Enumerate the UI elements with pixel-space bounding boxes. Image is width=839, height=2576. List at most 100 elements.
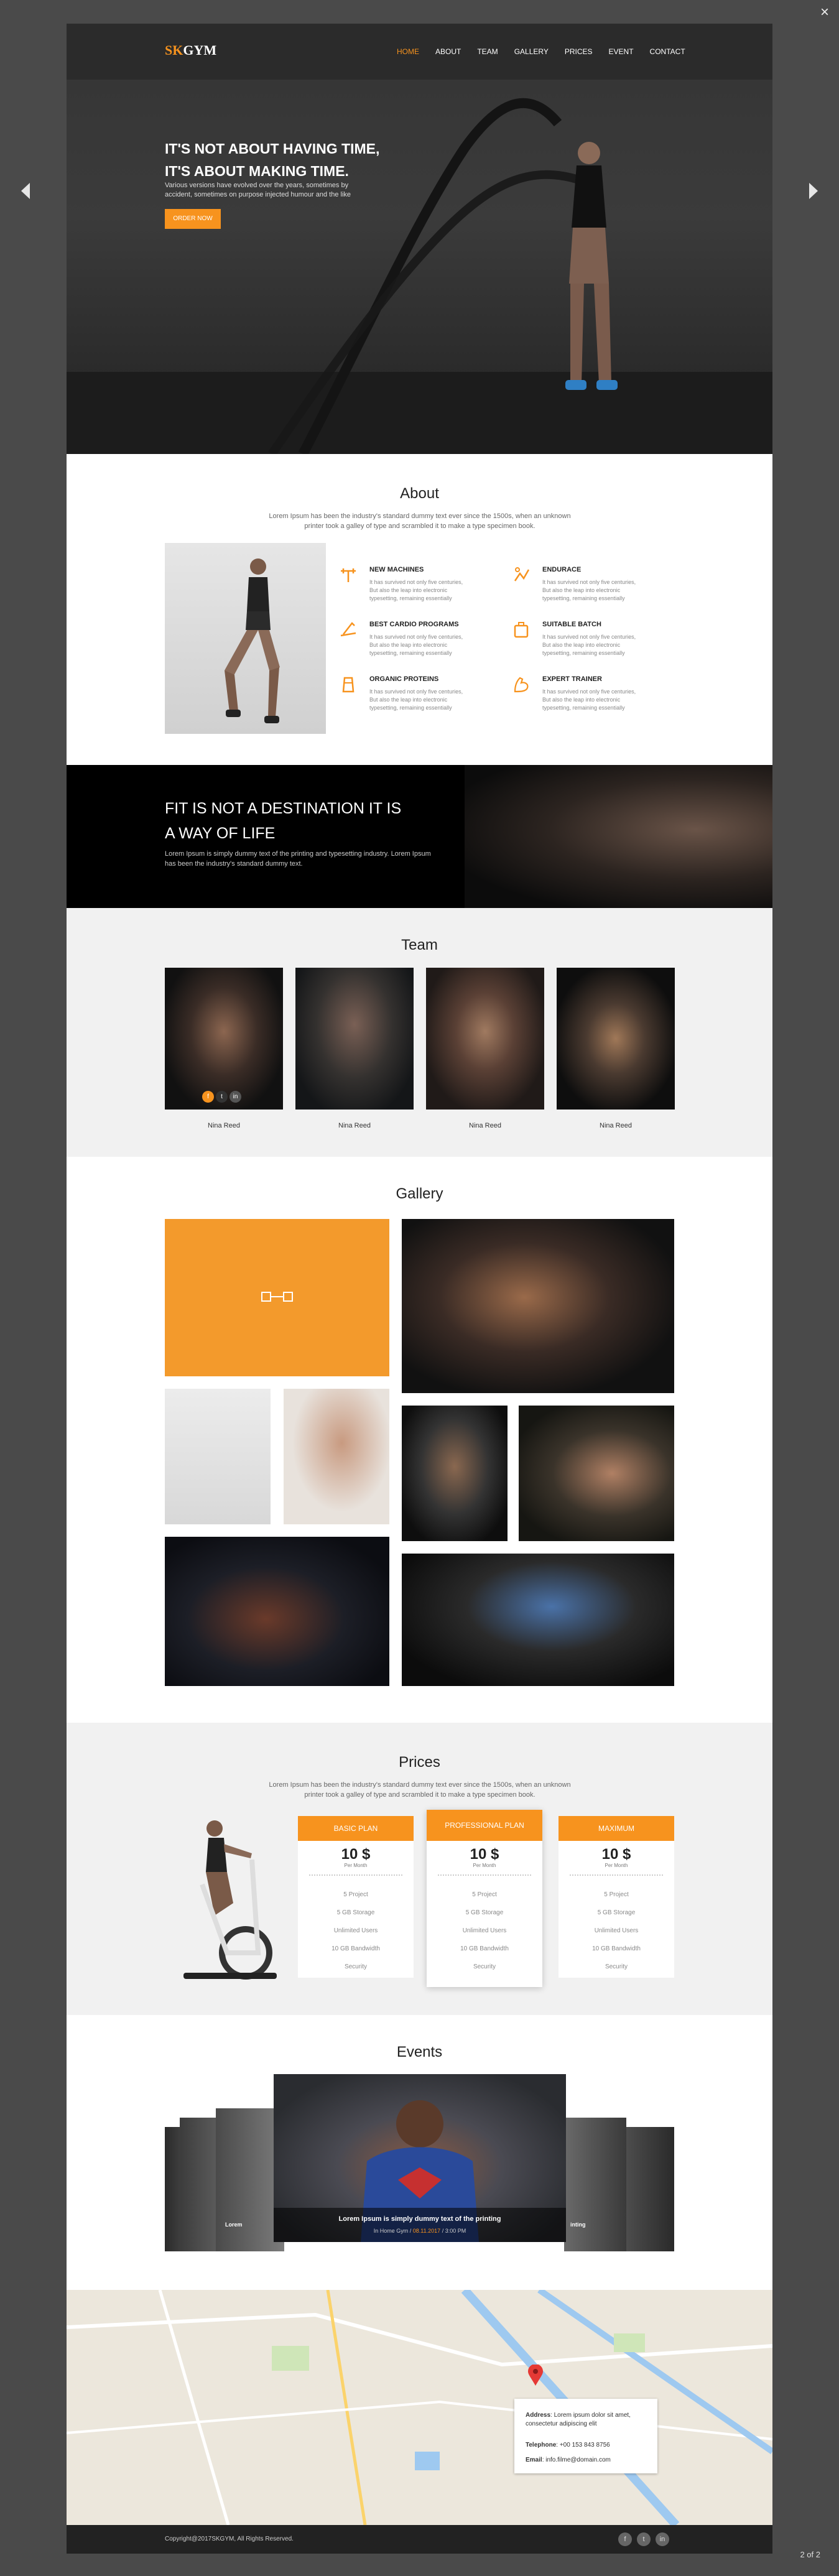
prices-description: Lorem Ipsum has been the industry's stan… (269, 1781, 571, 1799)
linkedin-icon[interactable]: in (656, 2532, 669, 2546)
event-caption: Lorem Ipsum is simply dummy text of the … (274, 2208, 566, 2242)
nav-prices[interactable]: PRICES (557, 47, 601, 56)
gym-bag-icon (514, 622, 529, 638)
gallery-image[interactable] (402, 1406, 508, 1541)
facebook-icon[interactable]: f (202, 1091, 214, 1103)
lightbox-close-button[interactable]: × (820, 5, 829, 20)
linkedin-icon[interactable]: in (229, 1091, 241, 1103)
feature-text: It has survived not only five centuries,… (542, 634, 636, 656)
plan-feature: 5 Project (604, 1891, 629, 1898)
order-now-button[interactable]: ORDER NOW (165, 209, 221, 229)
facebook-icon[interactable]: f (618, 2532, 632, 2546)
event-meta: In Home Gym / 08.11.2017 / 3:00 PM (373, 2228, 466, 2234)
plan-period: Per Month (605, 1863, 628, 1868)
plan-features: 5 Project 5 GB Storage Unlimited Users 1… (559, 1886, 674, 1976)
banner-athlete-image (465, 765, 772, 908)
feature-title: SUITABLE BATCH (542, 621, 601, 628)
gallery-image[interactable] (165, 1537, 389, 1686)
page-screenshot: SKGYM HOME ABOUT TEAM GALLERY PRICES EVE… (67, 24, 772, 2554)
next-arrow-icon[interactable] (807, 182, 820, 200)
nav-contact[interactable]: CONTACT (642, 47, 693, 56)
about-section: About Lorem Ipsum has been the industry'… (67, 454, 772, 765)
plan-features: 5 Project 5 GB Storage Unlimited Users 1… (427, 1886, 542, 1976)
team-member-card: f t in Nina Reed (165, 968, 283, 1129)
feature-text: It has survived not only five centuries,… (369, 579, 463, 601)
gallery-image-hover[interactable] (165, 1219, 389, 1376)
plan-feature: Unlimited Users (333, 1927, 378, 1934)
feature-title: NEW MACHINES (369, 566, 424, 573)
feature-text: It has survived not only five centuries,… (369, 634, 463, 656)
map-graphic (67, 2290, 772, 2525)
plan-name: PROFESSIONAL PLAN (427, 1810, 542, 1841)
plan-price: 10 $ (341, 1846, 371, 1863)
team-member-photo (165, 968, 283, 1110)
prices-section: Prices Lorem Ipsum has been the industry… (67, 1723, 772, 2015)
plan-name: MAXIMUM (559, 1816, 674, 1841)
plan-feature: 10 GB Bandwidth (592, 1945, 641, 1952)
plan-period: Per Month (344, 1863, 368, 1868)
plan-feature: Security (605, 1963, 628, 1970)
team-member-name: Nina Reed (600, 1122, 632, 1129)
feature-text: It has survived not only five centuries,… (542, 688, 636, 711)
muscle-arm-icon (514, 567, 530, 581)
contact-email: Email: info.filme@domain.com (526, 2457, 611, 2463)
team-member-photo (426, 968, 544, 1110)
protein-shaker-icon (342, 677, 355, 693)
gallery-image[interactable] (402, 1554, 674, 1686)
nav-home[interactable]: HOME (389, 47, 427, 56)
treadmill-icon (340, 622, 356, 637)
gallery-image[interactable] (284, 1389, 389, 1524)
plan-feature: Unlimited Users (462, 1927, 507, 1934)
twitter-icon[interactable]: t (637, 2532, 651, 2546)
motto-banner: FIT IS NOT A DESTINATION IT IS A WAY OF L… (67, 765, 772, 908)
previous-arrow-icon[interactable] (19, 182, 32, 200)
about-athlete-image (165, 543, 326, 734)
barbell-icon (341, 568, 356, 582)
event-title[interactable]: Lorem Ipsum is simply dummy text of the … (274, 2215, 566, 2223)
gallery-title: Gallery (396, 1185, 443, 1202)
events-title: Events (396, 2044, 443, 2060)
nav-event[interactable]: EVENT (601, 47, 642, 56)
site-logo[interactable]: SKGYM (165, 42, 216, 58)
feature-title: EXPERT TRAINER (542, 675, 602, 683)
contact-map[interactable]: Address: Lorem ipsum dolor sit amet, con… (67, 2290, 772, 2525)
nav-about[interactable]: ABOUT (427, 47, 469, 56)
twitter-icon[interactable]: t (216, 1091, 228, 1103)
hero-headline: IT'S NOT ABOUT HAVING TIME, IT'S ABOUT MA… (165, 141, 380, 179)
about-title: About (400, 485, 439, 502)
plan-feature: 5 GB Storage (465, 1909, 504, 1916)
nav-team[interactable]: TEAM (469, 47, 506, 56)
slide-counter: 2 of 2 (800, 2550, 820, 2559)
map-marker-icon[interactable] (528, 2365, 543, 2386)
plan-feature: 5 GB Storage (336, 1909, 375, 1916)
team-section: Team f t in Nina Reed Nina Reed Nina Ree… (67, 908, 772, 1157)
plan-feature: Security (473, 1963, 496, 1970)
plan-feature: 10 GB Bandwidth (460, 1945, 509, 1952)
event-side-caption: Lorem (225, 2222, 243, 2228)
gallery-image[interactable] (519, 1406, 674, 1541)
feature-text: It has survived not only five centuries,… (369, 688, 463, 711)
gallery-image[interactable] (402, 1219, 674, 1393)
hero-section: SKGYM HOME ABOUT TEAM GALLERY PRICES EVE… (67, 24, 772, 454)
nav-gallery[interactable]: GALLERY (506, 47, 557, 56)
footer-social: f t in (618, 2532, 669, 2546)
event-slide-side[interactable] (564, 2118, 626, 2251)
pricing-card-basic: BASIC PLAN 10 $ Per Month 5 Project 5 GB… (298, 1816, 414, 1978)
plan-name: BASIC PLAN (298, 1816, 414, 1841)
team-member-social: f t in (202, 1091, 241, 1103)
main-menu: HOME ABOUT TEAM GALLERY PRICES EVENT CON… (389, 47, 693, 56)
top-navigation: SKGYM HOME ABOUT TEAM GALLERY PRICES EVE… (67, 24, 772, 80)
banner-headline: FIT IS NOT A DESTINATION IT IS A WAY OF L… (165, 800, 402, 842)
team-member-photo (557, 968, 675, 1110)
plan-divider (570, 1874, 663, 1876)
plan-price: 10 $ (601, 1846, 631, 1863)
flexed-bicep-icon (514, 677, 529, 693)
plan-price: 10 $ (470, 1846, 499, 1863)
copyright-text: Copyright@2017SKGYM, All Rights Reserved… (165, 2536, 294, 2542)
event-side-caption: inting (570, 2222, 586, 2228)
plan-feature: Unlimited Users (594, 1927, 639, 1934)
gallery-image[interactable] (165, 1389, 271, 1524)
athlete-figure-graphic (565, 142, 618, 390)
pricing-card-professional: PROFESSIONAL PLAN 10 $ Per Month 5 Proje… (427, 1810, 542, 1987)
team-member-photo (295, 968, 414, 1110)
